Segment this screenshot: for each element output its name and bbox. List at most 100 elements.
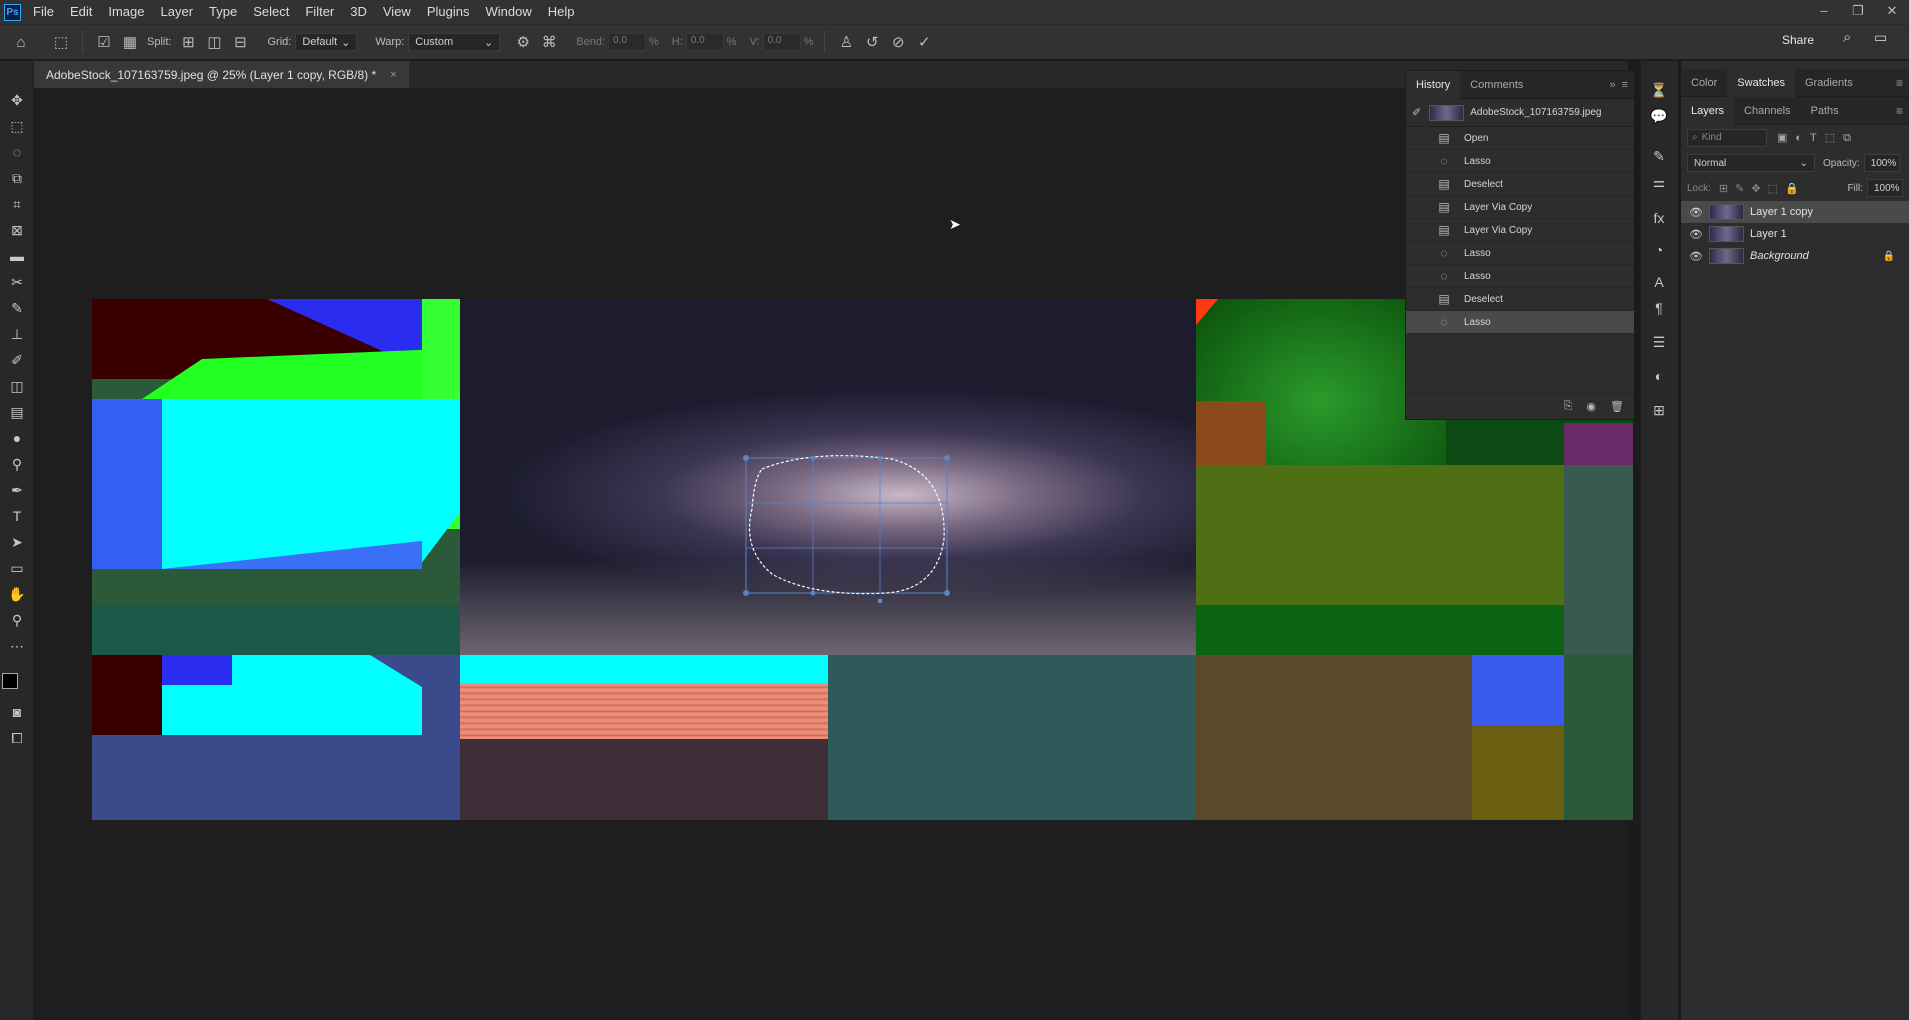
history-state[interactable]: ◌ Lasso: [1406, 265, 1634, 288]
trash-icon[interactable]: 🗑: [1610, 400, 1624, 413]
history-state[interactable]: ◌ Lasso: [1406, 242, 1634, 265]
lasso-tool-icon[interactable]: ◌: [0, 139, 34, 165]
tab-layers[interactable]: Layers: [1681, 96, 1735, 125]
selection-overlay[interactable]: [92, 299, 1633, 820]
v-input[interactable]: 0.0: [762, 33, 801, 51]
gear-icon[interactable]: ⚙: [510, 29, 536, 55]
lock-options-icons[interactable]: ⊞✎✥⬚🔒: [1719, 182, 1806, 195]
blend-mode-select[interactable]: Normal ⌄: [1687, 154, 1815, 172]
restore-icon[interactable]: ❐: [1841, 0, 1875, 24]
adjustments-icon[interactable]: ◐: [1641, 363, 1677, 389]
tab-swatches[interactable]: Swatches: [1727, 68, 1795, 97]
split-vertical-icon[interactable]: ◫: [201, 29, 227, 55]
commit-transform-icon[interactable]: ✓: [911, 29, 937, 55]
history-state[interactable]: ▤ Open: [1406, 127, 1634, 150]
eye-icon[interactable]: 👁: [1687, 206, 1705, 219]
type-tool-icon[interactable]: T: [0, 503, 34, 529]
more-tools-icon[interactable]: ⋯: [0, 633, 34, 659]
source-checkbox[interactable]: [1412, 131, 1426, 145]
history-brush-tool-icon[interactable]: ✐: [0, 347, 34, 373]
split-horizontal-icon[interactable]: ⊟: [227, 29, 253, 55]
history-snapshot[interactable]: ✐ AdobeStock_107163759.jpeg: [1406, 99, 1634, 127]
new-document-icon[interactable]: ⎘: [1564, 400, 1573, 413]
pen-tool-icon[interactable]: ✒: [0, 477, 34, 503]
document-image[interactable]: [92, 299, 1633, 820]
warp-bounding-box[interactable]: [745, 457, 948, 594]
close-tab-icon[interactable]: ×: [390, 69, 396, 81]
menu-layer[interactable]: Layer: [153, 0, 202, 24]
panel-menu-icon[interactable]: ≡: [1896, 76, 1903, 90]
crop-tool-icon[interactable]: ⌗: [0, 191, 34, 217]
hand-tool-icon[interactable]: ✋: [0, 581, 34, 607]
styles-fx-icon[interactable]: fx: [1641, 205, 1677, 231]
blur-tool-icon[interactable]: ●: [0, 425, 34, 451]
lasso-selection[interactable]: [748, 455, 945, 595]
object-select-tool-icon[interactable]: ⧉: [0, 165, 34, 191]
layer-filter-select[interactable]: ⌕ Kind: [1687, 129, 1767, 147]
eraser-tool-icon[interactable]: ◫: [0, 373, 34, 399]
dodge-tool-icon[interactable]: ⚲: [0, 451, 34, 477]
brush-tool-icon[interactable]: ✎: [0, 295, 34, 321]
source-checkbox[interactable]: [1412, 246, 1426, 260]
history-state[interactable]: ▤ Layer Via Copy: [1406, 219, 1634, 242]
warp-handle[interactable]: [810, 590, 816, 596]
split-crosswise-icon[interactable]: ⊞: [175, 29, 201, 55]
menu-file[interactable]: File: [25, 0, 62, 24]
history-state[interactable]: ▤ Deselect: [1406, 173, 1634, 196]
h-input[interactable]: 0.0: [685, 33, 724, 51]
zoom-tool-icon[interactable]: ⚲: [0, 607, 34, 633]
document-tab[interactable]: AdobeStock_107163759.jpeg @ 25% (Layer 1…: [34, 61, 409, 88]
history-panel-icon[interactable]: ⏳: [1641, 77, 1677, 103]
tab-gradients[interactable]: Gradients: [1795, 69, 1863, 97]
warp-orientation-icon[interactable]: ⌘: [536, 29, 562, 55]
menu-help[interactable]: Help: [540, 0, 583, 24]
warp-select[interactable]: Custom ⌄: [408, 33, 501, 51]
history-state-selected[interactable]: ◌ Lasso: [1406, 311, 1634, 334]
menu-filter[interactable]: Filter: [297, 0, 342, 24]
tool-preset-icon[interactable]: ⬚: [48, 29, 74, 55]
puppet-icon[interactable]: ♙: [833, 29, 859, 55]
marquee-tool-icon[interactable]: ⬚: [0, 113, 34, 139]
menu-select[interactable]: Select: [245, 0, 297, 24]
ruler-tool-icon[interactable]: ▬: [0, 243, 34, 269]
layer-filter-icons[interactable]: ▣◐T⬚⧉: [1777, 131, 1859, 145]
share-button[interactable]: Share: [1782, 33, 1814, 47]
frame-tool-icon[interactable]: ⊠: [0, 217, 34, 243]
brush-settings-icon[interactable]: ✎: [1641, 143, 1677, 169]
warp-handle[interactable]: [810, 455, 816, 461]
tab-paths[interactable]: Paths: [1801, 97, 1849, 125]
libraries-icon[interactable]: ⊞: [1641, 397, 1677, 423]
source-checkbox[interactable]: [1412, 154, 1426, 168]
panel-menu-icon[interactable]: ≡: [1896, 104, 1903, 118]
source-checkbox[interactable]: [1412, 315, 1426, 329]
comments-panel-icon[interactable]: 💬: [1641, 103, 1677, 129]
layer-row[interactable]: 👁 Layer 1: [1681, 223, 1909, 245]
eye-icon[interactable]: 👁: [1687, 228, 1705, 241]
character-icon[interactable]: A: [1641, 269, 1677, 295]
warp-handle[interactable]: [944, 590, 950, 596]
stamp-tool-icon[interactable]: ⊥: [0, 321, 34, 347]
source-checkbox[interactable]: [1412, 223, 1426, 237]
camera-icon[interactable]: ◉: [1586, 400, 1596, 413]
bend-input[interactable]: 0.0: [608, 33, 646, 51]
warp-mode-icon[interactable]: ▦: [117, 29, 143, 55]
checkbox-icon[interactable]: ☑: [91, 29, 117, 55]
history-state[interactable]: ◌ Lasso: [1406, 150, 1634, 173]
source-checkbox[interactable]: [1412, 200, 1426, 214]
foreground-color-swatch[interactable]: [2, 673, 18, 689]
menu-plugins[interactable]: Plugins: [419, 0, 478, 24]
color-swatches[interactable]: [0, 659, 34, 699]
menu-edit[interactable]: Edit: [62, 0, 100, 24]
shapes-icon[interactable]: ◔: [1641, 237, 1677, 263]
menu-window[interactable]: Window: [477, 0, 539, 24]
menu-3d[interactable]: 3D: [342, 0, 375, 24]
tab-color[interactable]: Color: [1681, 69, 1727, 97]
paragraph-icon[interactable]: ¶: [1641, 295, 1677, 321]
close-window-icon[interactable]: ✕: [1875, 0, 1909, 24]
search-icon[interactable]: ⌕: [1843, 29, 1851, 46]
menu-image[interactable]: Image: [100, 0, 152, 24]
path-select-tool-icon[interactable]: ➤: [0, 529, 34, 555]
fill-input[interactable]: 100%: [1867, 179, 1903, 197]
warp-handle[interactable]: [877, 598, 883, 604]
move-tool-icon[interactable]: ✥: [0, 87, 34, 113]
